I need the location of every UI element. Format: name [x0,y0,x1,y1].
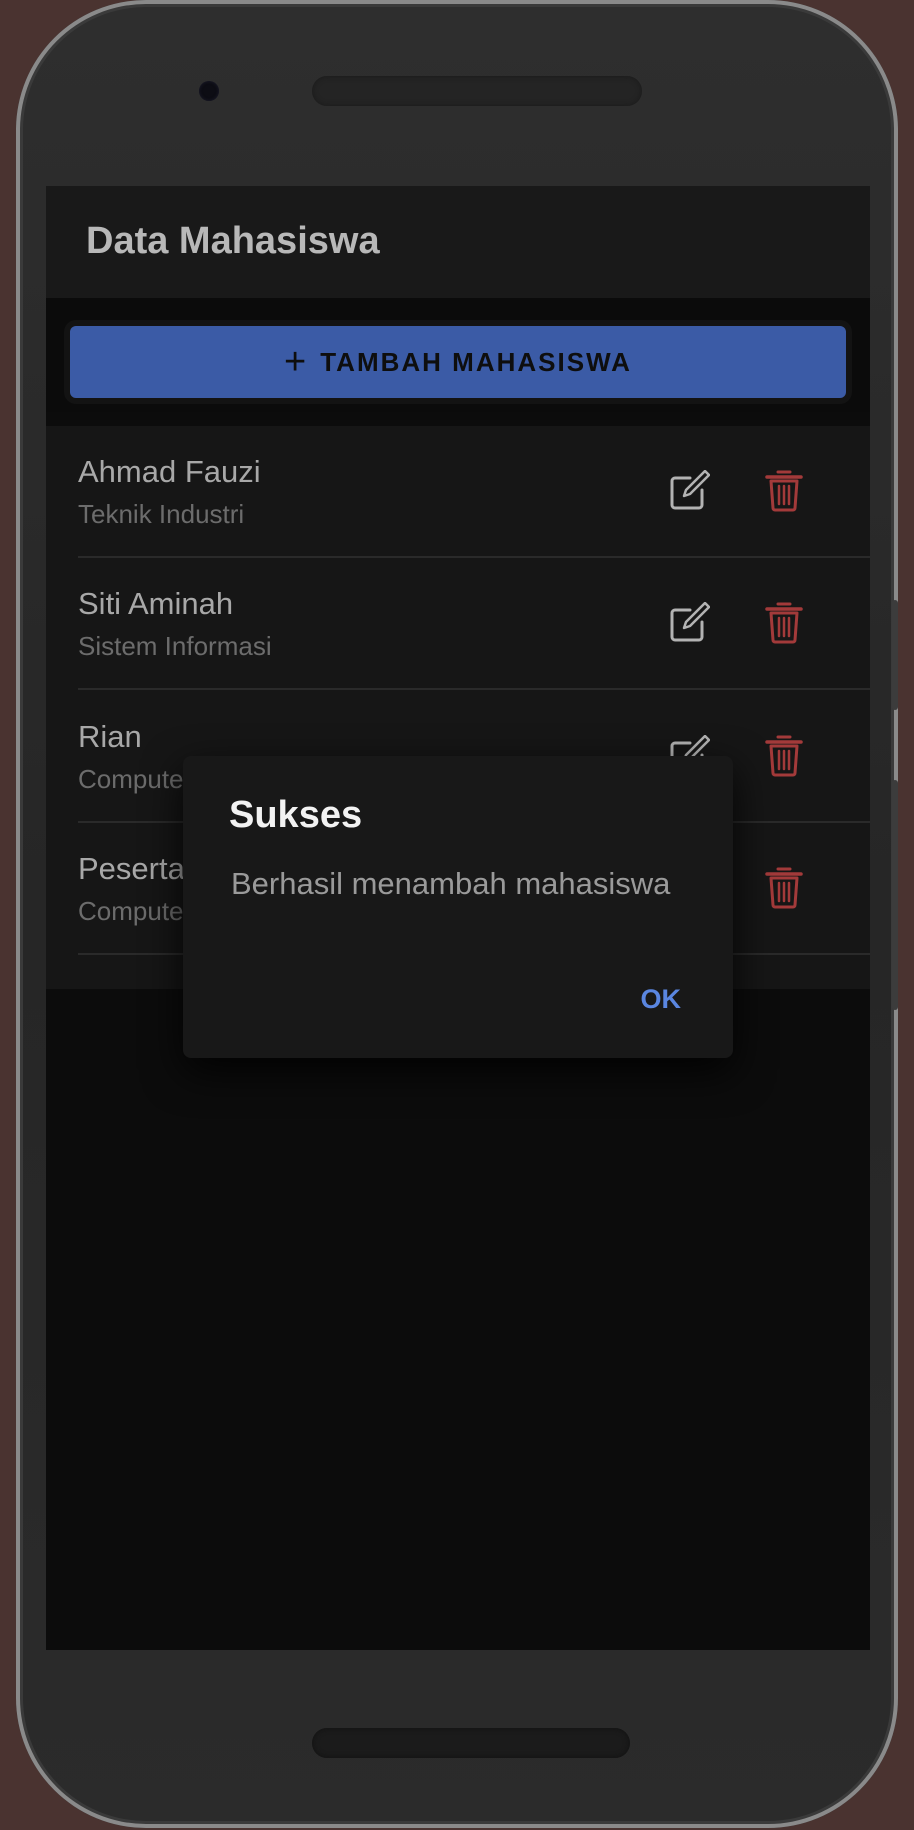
student-program: Compute [78,764,184,794]
success-dialog: Sukses Berhasil menambah mahasiswa OK [183,756,733,1058]
student-program: Compute [78,896,184,926]
dialog-message: Berhasil menambah mahasiswa [231,866,671,901]
app-screen: Data Mahasiswa + TAMBAH MAHASISWA Ahmad … [46,186,870,1650]
student-name: Ahmad Fauzi [78,454,261,489]
list-item[interactable]: Siti Aminah Sistem Informasi [46,558,870,690]
trash-icon[interactable] [764,733,804,777]
student-name: Rian [78,719,142,754]
student-program: Teknik Industri [78,499,245,529]
list-item[interactable]: Ahmad Fauzi Teknik Industri [46,426,870,558]
ok-button[interactable]: OK [641,984,682,1015]
trash-icon[interactable] [764,600,804,644]
page-title: Data Mahasiswa [86,220,380,262]
plus-icon: + [284,341,307,383]
divider [78,688,870,690]
trash-icon[interactable] [764,468,804,512]
student-name: Peserta [78,851,185,886]
earpiece-speaker [312,76,642,106]
bottom-speaker [312,1728,630,1758]
edit-icon[interactable] [668,470,710,512]
app-bar: Data Mahasiswa [46,186,870,298]
dialog-title: Sukses [229,794,363,836]
volume-button [892,600,898,710]
power-button [892,780,898,1010]
student-name: Siti Aminah [78,586,234,621]
student-program: Sistem Informasi [78,631,272,661]
add-student-button[interactable]: + TAMBAH MAHASISWA [70,326,846,398]
front-camera [199,81,219,101]
edit-icon[interactable] [668,602,710,644]
add-panel: + TAMBAH MAHASISWA [46,298,870,412]
trash-icon[interactable] [764,865,804,909]
add-student-label: TAMBAH MAHASISWA [320,346,632,377]
